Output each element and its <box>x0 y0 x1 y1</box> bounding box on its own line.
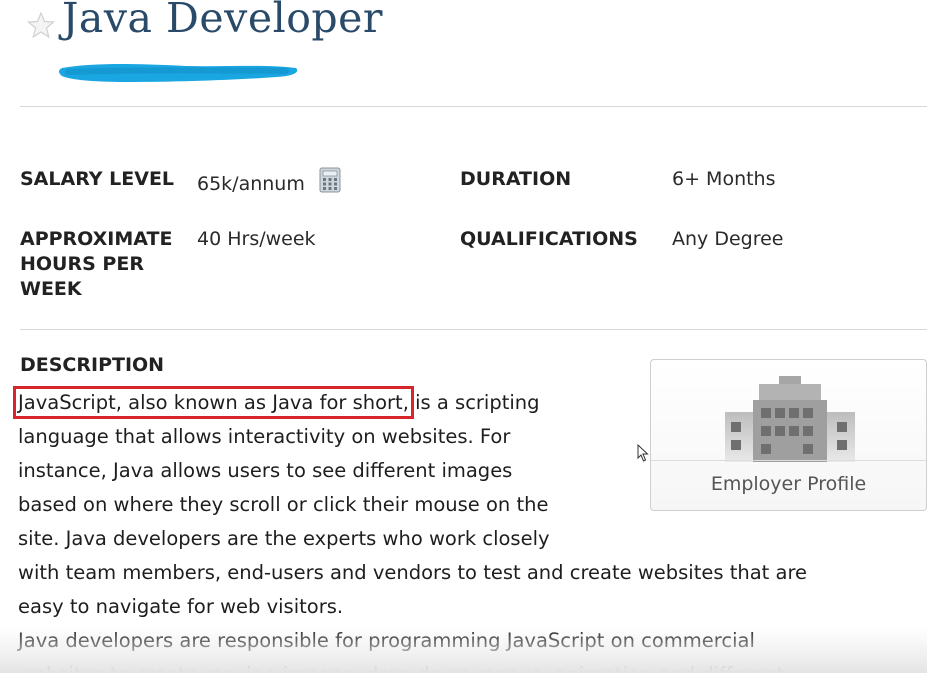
description-heading: DESCRIPTION <box>20 354 165 376</box>
card-divider <box>651 460 926 461</box>
job-title: Java Developer <box>62 0 383 42</box>
calculator-icon[interactable] <box>319 167 341 193</box>
star-outline-icon[interactable] <box>26 10 56 40</box>
salary-level-label: SALARY LEVEL <box>20 168 175 190</box>
salary-value-text: 65k/annum <box>197 173 305 195</box>
duration-value: 6+ Months <box>672 168 776 190</box>
description-line: easy to navigate for web visitors. <box>18 595 344 618</box>
description-line-text: is a scripting <box>408 391 540 414</box>
employer-profile-button[interactable]: Employer Profile <box>650 359 927 511</box>
qualifications-value: Any Degree <box>672 228 784 250</box>
employer-profile-label: Employer Profile <box>710 473 867 495</box>
header-divider <box>20 106 927 107</box>
description-line: websites to create moving images, drop-d… <box>18 658 918 673</box>
duration-label: DURATION <box>460 168 572 190</box>
company-name-redaction <box>59 64 298 82</box>
salary-level-value: 65k/annum <box>197 167 341 197</box>
hours-per-week-value: 40 Hrs/week <box>197 228 316 250</box>
qualifications-label: QUALIFICATIONS <box>460 228 638 250</box>
description-line: Java developers are responsible for prog… <box>18 629 755 652</box>
description-line: with team members, end-users and vendors… <box>18 561 808 584</box>
hours-per-week-label: APPROXIMATE HOURS PER WEEK <box>20 228 173 300</box>
description-line: site. Java developers are the experts wh… <box>18 527 550 550</box>
mouse-cursor-icon <box>637 444 649 462</box>
details-divider <box>20 329 927 330</box>
highlighted-phrase: JavaScript, also known as Java for short… <box>13 386 414 419</box>
building-icon <box>725 376 855 462</box>
